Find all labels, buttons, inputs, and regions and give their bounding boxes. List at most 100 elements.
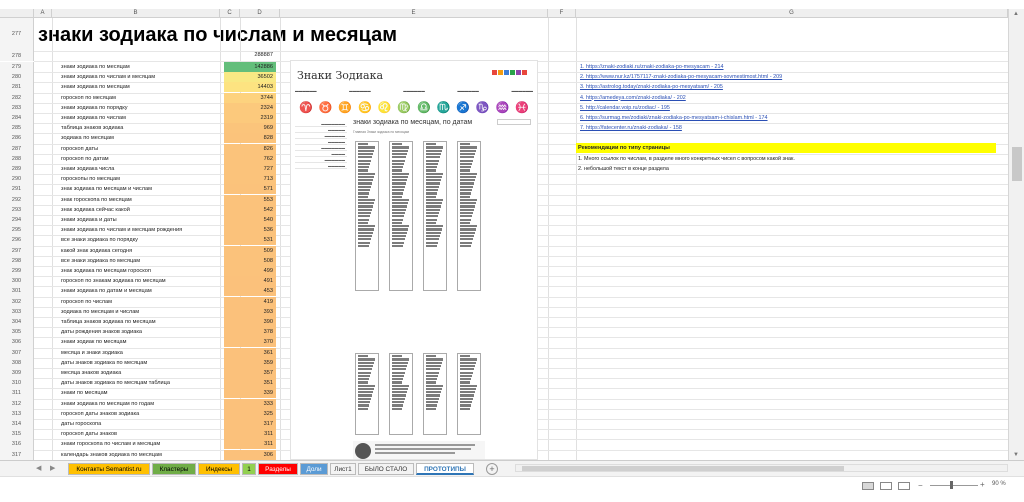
keyword-cell[interactable]: знаки по месяцам (61, 388, 221, 398)
frequency-cell[interactable]: 553 (224, 194, 276, 205)
keyword-cell[interactable]: знаки зодиак по месяцам (61, 337, 221, 347)
column-header-d[interactable]: D (240, 9, 280, 18)
frequency-cell[interactable]: 542 (224, 204, 276, 215)
zoom-slider-knob[interactable] (949, 481, 953, 489)
frequency-cell[interactable]: 762 (224, 153, 276, 164)
keyword-cell[interactable]: все знаки зодиака по порядку (61, 235, 221, 245)
keyword-cell[interactable]: даты рождения знаков зодиака (61, 327, 221, 337)
tab-next-icon[interactable]: ▶ (50, 464, 55, 472)
horizontal-scrollbar[interactable] (515, 464, 1008, 472)
zoom-slider[interactable] (930, 485, 978, 486)
frequency-cell[interactable]: 828 (224, 133, 276, 144)
frequency-cell[interactable]: 325 (224, 408, 276, 419)
keyword-cell[interactable]: какой знак зодиака сегодня (61, 246, 221, 256)
keyword-cell[interactable]: гороскоп даты (61, 144, 221, 154)
frequency-cell[interactable]: 311 (224, 439, 276, 450)
sheet-tab[interactable]: Доли (300, 463, 328, 475)
frequency-cell[interactable]: 306 (224, 449, 276, 460)
total-value[interactable]: 288887 (224, 52, 276, 58)
frequency-cell[interactable]: 499 (224, 266, 276, 276)
keyword-cell[interactable]: месяца и знаки зодиака (61, 348, 221, 358)
keyword-cell[interactable]: знак зодиака по месяцам гороскоп (61, 266, 221, 276)
keyword-cell[interactable]: календарь знаков зодиака по месяцам (61, 450, 221, 460)
competitor-link[interactable]: 5. http://calendar.voip.ru/zodiac/ - 195 (580, 103, 670, 113)
keyword-cell[interactable]: зодиака по месяцам (61, 133, 221, 143)
keyword-cell[interactable]: знаки зодиака и даты (61, 215, 221, 225)
frequency-cell[interactable]: 727 (224, 164, 276, 174)
vertical-scrollbar[interactable]: ▲ ▼ (1008, 9, 1024, 460)
competitor-link[interactable]: 3. https://astrolog.today/znaki-zodiaka-… (580, 82, 723, 92)
keyword-cell[interactable]: знаки зодиака по порядку (61, 103, 221, 113)
column-header-g[interactable]: G (576, 9, 1008, 18)
frequency-cell[interactable]: 826 (224, 143, 276, 154)
competitor-link[interactable]: 6. https://surmag.me/zodiaki/znaki-zodia… (580, 113, 768, 123)
prototype-screenshot[interactable]: Знаки Зодиака ▬▬▬▬▬▬ ▬▬▬▬▬▬ ▬▬▬▬▬▬ ▬▬▬▬▬▬ ▬▬… (290, 60, 538, 460)
sheet-tab[interactable]: 1 (242, 463, 256, 475)
keyword-cell[interactable]: месяца знаков зодиака (61, 368, 221, 378)
keyword-cell[interactable]: гороскоп по числам (61, 297, 221, 307)
frequency-cell[interactable]: 390 (224, 317, 276, 327)
recommendations-header[interactable]: Рекомендации по типу страницы (576, 143, 996, 153)
frequency-cell[interactable]: 333 (224, 398, 276, 409)
frequency-cell[interactable]: 339 (224, 388, 276, 399)
recommendation-item[interactable]: 2. небольшой текст в конце раздела (578, 164, 669, 174)
horizontal-scroll-thumb[interactable] (522, 466, 844, 471)
keyword-cell[interactable]: гороскоп даты знаков (61, 429, 221, 439)
frequency-cell[interactable]: 311 (224, 429, 276, 440)
keyword-cell[interactable]: знаки зодиака по числам и месяцам (61, 72, 221, 82)
frequency-cell[interactable]: 419 (224, 296, 276, 307)
zoom-out-icon[interactable]: − (918, 481, 923, 490)
column-header-a[interactable]: A (34, 9, 52, 18)
page-break-view-icon[interactable] (898, 482, 910, 490)
frequency-cell[interactable]: 453 (224, 286, 276, 297)
frequency-cell[interactable]: 713 (224, 174, 276, 185)
frequency-cell[interactable]: 14403 (224, 82, 276, 93)
keyword-cell[interactable]: знаки зодиака по месяцам по годам (61, 399, 221, 409)
keyword-cell[interactable]: гороскопы по месяцам (61, 174, 221, 184)
frequency-cell[interactable]: 142886 (224, 62, 276, 72)
keyword-cell[interactable]: даты знаков зодиака по месяцам (61, 358, 221, 368)
sheet-tab[interactable]: Лист1 (330, 463, 356, 475)
keyword-cell[interactable]: гороскоп по датам (61, 154, 221, 164)
sheet-tab[interactable]: ПРОТОТИПЫ (416, 463, 474, 475)
keyword-cell[interactable]: даты гороскопа (61, 419, 221, 429)
vertical-scroll-thumb[interactable] (1012, 147, 1022, 181)
sheet-tab[interactable]: Контакты Semantist.ru (68, 463, 150, 475)
keyword-cell[interactable]: даты знаков зодиака по месяцам таблица (61, 378, 221, 388)
frequency-cell[interactable]: 370 (224, 337, 276, 348)
frequency-cell[interactable]: 571 (224, 184, 276, 195)
keyword-cell[interactable]: знаки зодиака числа (61, 164, 221, 174)
add-sheet-icon[interactable]: + (486, 463, 498, 475)
frequency-cell[interactable]: 317 (224, 419, 276, 429)
keyword-cell[interactable]: знаки зодиака по месяцам (61, 62, 221, 72)
competitor-link[interactable]: 2. https://www.nur.kz/1757117-znaki-zodi… (580, 72, 782, 82)
zoom-in-icon[interactable]: + (980, 480, 985, 489)
page-layout-view-icon[interactable] (880, 482, 892, 490)
frequency-cell[interactable]: 540 (224, 215, 276, 225)
keyword-cell[interactable]: знаки зодиака по числам (61, 113, 221, 123)
column-header-f[interactable]: F (548, 9, 576, 18)
scroll-up-icon[interactable]: ▲ (1013, 11, 1019, 17)
keyword-cell[interactable]: таблица знаков зодиака по месяцам (61, 317, 221, 327)
frequency-cell[interactable]: 393 (224, 306, 276, 317)
frequency-cell[interactable]: 36502 (224, 72, 276, 83)
sheet-tab[interactable]: Разделы (258, 463, 298, 475)
frequency-cell[interactable]: 969 (224, 123, 276, 134)
frequency-cell[interactable]: 359 (224, 357, 276, 368)
frequency-cell[interactable]: 2324 (224, 102, 276, 113)
keyword-cell[interactable]: знаки зодиака по месяцам (61, 82, 221, 92)
frequency-cell[interactable]: 531 (224, 235, 276, 246)
keyword-cell[interactable]: знак гороскопа по месяцам (61, 195, 221, 205)
keyword-cell[interactable]: таблица знаков зодиака (61, 123, 221, 133)
frequency-cell[interactable]: 2319 (224, 113, 276, 123)
keyword-cell[interactable]: все знаки зодиака по месяцам (61, 256, 221, 266)
column-header-c[interactable]: C (220, 9, 240, 18)
column-header-e[interactable]: E (280, 9, 548, 18)
competitor-link[interactable]: 4. https://amedeya.com/znaki-zodiaka/ - … (580, 93, 686, 103)
frequency-cell[interactable]: 536 (224, 225, 276, 236)
keyword-cell[interactable]: знаки зодиака по числам и месяцам рожден… (61, 225, 221, 235)
frequency-cell[interactable]: 3744 (224, 92, 276, 103)
competitor-link[interactable]: 7. https://fatecenter.ru/znaki-zodiaka/ … (580, 123, 682, 133)
column-header-b[interactable]: B (52, 9, 220, 18)
keyword-cell[interactable]: знаки зодиака по датам и месяцам (61, 286, 221, 296)
